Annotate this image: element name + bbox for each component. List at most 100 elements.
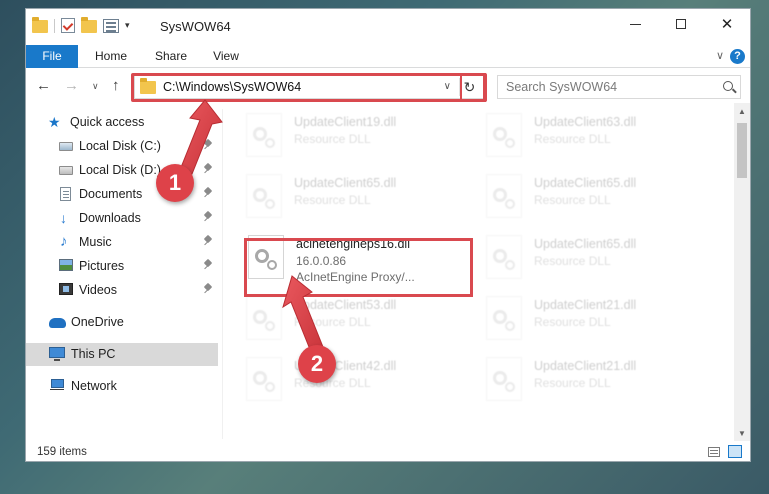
file-description: Resource DLL [294,193,371,207]
file-version: 16.0.0.86 [296,254,347,268]
file-name: UpdateClient63.dll [534,115,637,129]
nav-item-local-disk-c[interactable]: Local Disk (C:) [26,135,218,158]
navigation-pane: ★ Quick access Local Disk (C:) Local Dis… [26,109,222,437]
star-icon: ★ [48,114,61,130]
search-icon[interactable] [723,81,733,91]
tab-share[interactable]: Share [146,45,196,68]
address-dropdown-icon[interactable]: ∨ [444,81,451,92]
minimize-button[interactable] [612,9,658,39]
folder-icon [32,17,48,33]
scroll-up-icon[interactable]: ▲ [738,107,746,116]
item-count: 159 items [37,446,87,458]
file-item[interactable]: UpdateClient53.dll Resource DLL [246,294,472,350]
nav-item-videos[interactable]: Videos [26,279,218,302]
title-bar: ▾ SysWOW64 ✕ [26,9,750,45]
nav-item-music[interactable]: ♪ Music [26,231,218,254]
dll-file-icon [486,174,522,218]
nav-item-label: Local Disk (D:) [79,163,161,177]
nav-item-label: Local Disk (C:) [79,139,161,153]
file-item[interactable]: UpdateClient42.dll Resource DLL [246,355,472,411]
pin-icon[interactable] [204,260,212,271]
pc-icon [49,347,65,361]
new-folder-icon[interactable] [81,17,97,33]
pin-icon[interactable] [204,140,212,151]
nav-item-label: Network [71,379,117,393]
recent-locations-button[interactable]: ∨ [92,81,99,92]
dll-file-icon [246,357,282,401]
nav-item-this-pc[interactable]: This PC [26,343,218,366]
nav-item-network[interactable]: Network [26,375,218,398]
file-list: UpdateClient19.dll Resource DLL UpdateCl… [236,109,736,439]
pin-icon[interactable] [204,164,212,175]
refresh-button[interactable]: ↻ [459,78,479,96]
nav-item-label: Documents [79,187,143,201]
address-path[interactable]: C:\Windows\SysWOW64 [163,80,301,94]
file-item[interactable]: UpdateClient21.dll Resource DLL [486,294,712,350]
pin-icon[interactable] [204,212,212,223]
details-view-icon[interactable] [708,447,720,457]
ribbon-tabs: File Home Share View ∨ ? [26,45,750,68]
help-icon[interactable]: ? [730,49,745,64]
file-item[interactable]: UpdateClient21.dll Resource DLL [486,355,712,411]
music-icon: ♪ [60,233,68,250]
dll-file-icon [248,235,284,279]
nav-item-pictures[interactable]: Pictures [26,255,218,278]
nav-item-label: This PC [71,347,116,361]
dll-file-icon [246,174,282,218]
back-button[interactable]: ← [36,77,51,94]
pin-icon[interactable] [204,284,212,295]
file-item[interactable]: UpdateClient65.dll Resource DLL [246,172,472,228]
address-row: ← → ∨ ↑ C:\Windows\SysWOW64 ∨ ↻ Search S… [26,69,750,103]
nav-item-label: Music [79,235,112,249]
file-name: UpdateClient65.dll [534,176,637,190]
file-item[interactable]: UpdateClient19.dll Resource DLL [246,111,472,167]
file-description: Resource DLL [534,315,611,329]
pictures-icon [59,259,73,271]
explorer-window: ▾ SysWOW64 ✕ File Home Share View ∨ ? ← … [25,8,751,462]
dll-file-icon [486,235,522,279]
annotation-marker-2: 2 [298,345,336,383]
file-item[interactable]: UpdateClient65.dll Resource DLL [486,172,712,228]
nav-item-onedrive[interactable]: OneDrive [26,311,218,334]
pin-icon[interactable] [204,188,212,199]
tab-home[interactable]: Home [86,45,136,68]
scroll-thumb[interactable] [737,123,747,178]
pin-icon[interactable] [204,236,212,247]
status-bar: 159 items [26,441,750,461]
maximize-icon [676,19,686,29]
dll-file-icon [486,357,522,401]
tab-view[interactable]: View [204,45,248,68]
vertical-scrollbar[interactable]: ▲ ▼ [734,103,750,442]
file-item[interactable]: UpdateClient65.dll Resource DLL [486,233,712,289]
file-item[interactable]: UpdateClient63.dll Resource DLL [486,111,712,167]
quick-access-toolbar: ▾ [32,17,130,33]
forward-button[interactable]: → [64,77,79,94]
large-icons-view-icon[interactable] [728,445,742,458]
close-icon: ✕ [720,16,734,33]
search-placeholder: Search SysWOW64 [506,80,618,94]
customize-toolbar-caret-icon[interactable]: ▾ [125,20,130,31]
toolbar-separator [54,18,55,33]
document-icon [60,187,71,201]
maximize-button[interactable] [658,9,704,39]
close-button[interactable]: ✕ [704,9,750,39]
file-item-acinetengineps16[interactable]: acinetengineps16.dll 16.0.0.86 AcInetEng… [248,233,474,289]
nav-item-label: Quick access [70,115,145,129]
nav-item-label: Pictures [79,259,125,273]
scroll-down-icon[interactable]: ▼ [738,429,746,438]
file-name: UpdateClient65.dll [294,176,397,190]
nav-item-downloads[interactable]: ↓ Downloads [26,207,218,230]
properties-check-icon[interactable] [61,18,75,33]
nav-item-quick-access[interactable]: ★ Quick access [26,111,218,134]
file-name: UpdateClient65.dll [534,237,637,251]
address-bar[interactable]: C:\Windows\SysWOW64 ∨ ↻ [134,75,484,99]
nav-item-label: Downloads [79,211,141,225]
up-button[interactable]: ↑ [112,77,120,94]
tab-file[interactable]: File [26,45,78,68]
properties-icon[interactable] [103,18,119,33]
expand-ribbon-chevron-icon[interactable]: ∨ [716,49,724,62]
cloud-icon [49,318,66,328]
dll-file-icon [246,113,282,157]
search-input[interactable]: Search SysWOW64 [497,75,741,99]
folder-icon [140,78,156,94]
